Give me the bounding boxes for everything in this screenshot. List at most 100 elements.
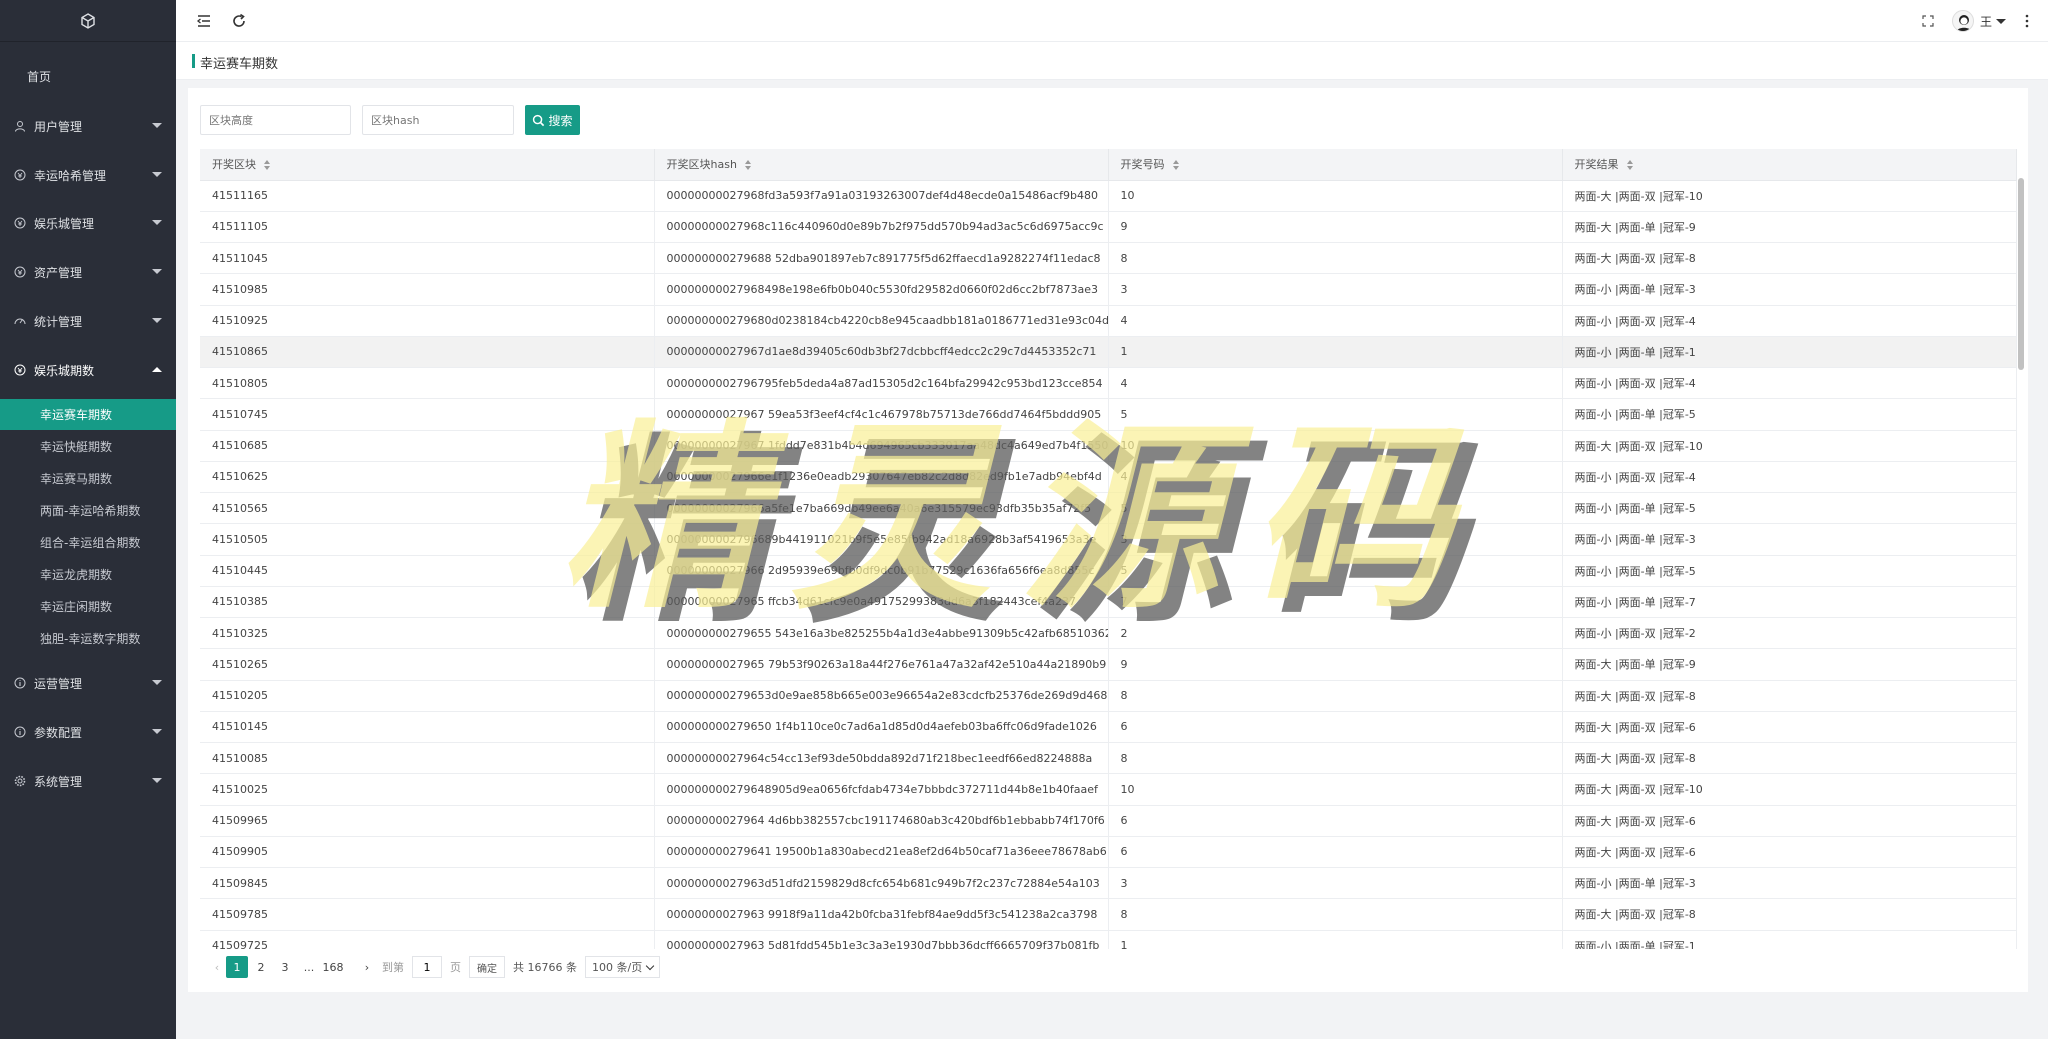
sidebar-item-home[interactable]: 首页 <box>27 68 51 85</box>
table-row[interactable]: 41510265 00000000027965 79b53f90263a18a44… <box>200 648 2017 681</box>
refresh-icon[interactable] <box>231 13 247 29</box>
block-hash-input[interactable] <box>362 105 514 135</box>
page-2[interactable]: 2 <box>250 956 272 978</box>
table-row[interactable]: 41509785 00000000027963 9918f9a11da42b0fc… <box>200 898 2017 931</box>
table-row[interactable]: 41510145 000000000279650 1f4b110ce0c7ad6a… <box>200 711 2017 744</box>
table-row[interactable]: 41510505 0000000002796689b441911021b9f5e5… <box>200 523 2017 556</box>
table-row[interactable]: 41510865 00000000027967d1ae8d39405c60db3b… <box>200 336 2017 369</box>
table-scrollbar[interactable] <box>2018 178 2024 370</box>
sidebar-item-lucky-racing-periods[interactable]: 幸运赛车期数 <box>0 399 176 430</box>
table-row[interactable]: 41509725 00000000027963 5d81fdd545b1e3c3a… <box>200 930 2017 949</box>
page-last[interactable]: 168 <box>322 956 344 978</box>
table-row[interactable]: 41510205 000000000279653d0e9ae858b665e003… <box>200 680 2017 712</box>
table-row[interactable]: 41510805 0000000002796795feb5deda4a87ad15… <box>200 367 2017 400</box>
cell-hash: 000000000279680d0238184cb4220cb8e945caad… <box>654 305 1109 337</box>
table-row[interactable]: 41510625 00000000027966e1f1236e0eadb29307… <box>200 461 2017 494</box>
table-row[interactable]: 41511045 000000000279688 52dba901897eb7c8… <box>200 242 2017 275</box>
total-count: 共 16766 条 <box>513 961 577 974</box>
sort-icon[interactable] <box>264 160 270 171</box>
cell-block: 41510265 <box>200 648 655 681</box>
sidebar-group-casino-periods[interactable]: 娱乐城期数 <box>0 359 176 381</box>
column-header-number[interactable]: 开奖号码 <box>1108 149 1563 181</box>
table-row[interactable]: 41510685 00000000027967 1fddd7e831b4b4d69… <box>200 430 2017 462</box>
table-row[interactable]: 41510025 000000000279648905d9ea0656fcfdab… <box>200 773 2017 806</box>
sidebar-group-user-management[interactable]: 用户管理 <box>0 115 176 137</box>
sidebar-group-label: 娱乐城期数 <box>34 363 95 378</box>
page-3[interactable]: 3 <box>274 956 296 978</box>
cell-result: 两面-大 |两面-双 |冠军-8 <box>1562 742 2017 775</box>
collapse-menu-icon[interactable] <box>196 13 212 29</box>
user-menu[interactable]: 王 <box>1951 10 2006 32</box>
sidebar-group-system[interactable]: 系统管理 <box>0 770 176 792</box>
cell-result: 两面-大 |两面-双 |冠军-8 <box>1562 898 2017 931</box>
cell-result: 两面-小 |两面-单 |冠军-1 <box>1562 336 2017 369</box>
table-row[interactable]: 41509845 00000000027963d51dfd2159829d8cfc… <box>200 867 2017 900</box>
goto-page-input[interactable] <box>412 956 442 978</box>
column-header-result[interactable]: 开奖结果 <box>1562 149 2017 181</box>
sidebar-item-lucky-number-periods[interactable]: 独胆-幸运数字期数 <box>0 623 176 654</box>
cell-block: 41509845 <box>200 867 655 900</box>
cell-result: 两面-小 |两面-单 |冠军-5 <box>1562 555 2017 587</box>
sidebar-item-lucky-horse-periods[interactable]: 幸运赛马期数 <box>0 463 176 494</box>
sidebar-group-casino-management[interactable]: 娱乐城管理 <box>0 212 176 234</box>
next-page-icon[interactable]: › <box>358 956 376 978</box>
fullscreen-icon[interactable] <box>1920 13 1936 29</box>
table-row[interactable]: 41511105 00000000027968c116c440960d0e89b7… <box>200 211 2017 244</box>
cell-result: 两面-小 |两面-单 |冠军-3 <box>1562 273 2017 306</box>
cell-result: 两面-小 |两面-单 |冠军-3 <box>1562 867 2017 900</box>
coin-icon <box>14 266 26 278</box>
sidebar-group-parameters[interactable]: 参数配置 <box>0 721 176 743</box>
sidebar-group-statistics[interactable]: 统计管理 <box>0 310 176 332</box>
more-vertical-icon[interactable] <box>2024 13 2030 29</box>
sidebar-group-lucky-hash[interactable]: 幸运哈希管理 <box>0 164 176 186</box>
cell-hash: 0000000002796795feb5deda4a87ad15305d2c16… <box>654 367 1109 400</box>
sort-icon[interactable] <box>1626 160 1633 171</box>
table-row[interactable]: 41509965 00000000027964 4d6bb382557cbc191… <box>200 805 2017 837</box>
table-row[interactable]: 41510925 000000000279680d0238184cb4220cb8… <box>200 305 2017 337</box>
sidebar-item-banker-player-periods[interactable]: 幸运庄闲期数 <box>0 591 176 622</box>
cell-result: 两面-小 |两面-单 |冠军-5 <box>1562 492 2017 525</box>
cell-block: 41510205 <box>200 680 655 712</box>
search-button[interactable]: 搜索 <box>525 105 580 135</box>
table-row[interactable]: 41510745 00000000027967 59ea53f3eef4cf4c1… <box>200 398 2017 431</box>
table-row[interactable]: 41510325 000000000279655 543e16a3be825255… <box>200 617 2017 650</box>
cell-block: 41510385 <box>200 586 655 619</box>
block-height-input[interactable] <box>200 105 351 135</box>
chevron-down-icon <box>152 778 162 783</box>
cell-number: 8 <box>1108 680 1563 712</box>
cell-result: 两面-小 |两面-单 |冠军-1 <box>1562 930 2017 949</box>
table-row[interactable]: 41510445 00000000027966 2d95939e69bfb0df9… <box>200 555 2017 587</box>
column-header-hash[interactable]: 开奖区块hash <box>654 149 1109 181</box>
cell-hash: 00000000027965 ffcb34d61cfc9e0a491752993… <box>654 586 1109 619</box>
table-row[interactable]: 41511165 00000000027968fd3a593f7a91a03193… <box>200 180 2017 212</box>
sidebar-item-dragon-tiger-periods[interactable]: 幸运龙虎期数 <box>0 559 176 590</box>
table-row[interactable]: 41509905 000000000279641 19500b1a830abecd… <box>200 836 2017 869</box>
gear-icon <box>14 775 26 787</box>
page-1[interactable]: 1 <box>226 956 248 978</box>
sidebar-item-lucky-boat-periods[interactable]: 幸运快艇期数 <box>0 431 176 462</box>
cell-hash: 00000000027967d1ae8d39405c60db3bf27dcbbc… <box>654 336 1109 369</box>
page-size-select[interactable]: 100 条/页 <box>585 956 661 978</box>
sidebar-item-two-sided-hash-periods[interactable]: 两面-幸运哈希期数 <box>0 495 176 526</box>
cell-number: 3 <box>1108 523 1563 556</box>
cell-result: 两面-大 |两面-双 |冠军-8 <box>1562 680 2017 712</box>
cell-block: 41510445 <box>200 555 655 587</box>
sort-icon[interactable] <box>1172 160 1179 171</box>
goto-confirm-button[interactable]: 确定 <box>469 956 505 978</box>
table-row[interactable]: 41510985 00000000027968498e198e6fb0b040c5… <box>200 273 2017 306</box>
sidebar-group-operations[interactable]: 运营管理 <box>0 672 176 694</box>
sidebar-group-asset-management[interactable]: 资产管理 <box>0 261 176 283</box>
table-row[interactable]: 41510385 00000000027965 ffcb34d61cfc9e0a4… <box>200 586 2017 619</box>
pagination: ‹ 1 2 3 ... 168 › 到第 页 确定 共 16766 条 100 … <box>208 956 661 978</box>
cell-number: 1 <box>1108 930 1563 949</box>
cell-block: 41509965 <box>200 805 655 837</box>
table-row[interactable]: 41510565 00000000027966a5fe1e7ba669db49ee… <box>200 492 2017 525</box>
prev-page-icon[interactable]: ‹ <box>208 956 226 978</box>
chevron-down-icon <box>152 318 162 323</box>
logo[interactable] <box>0 0 176 42</box>
table-row[interactable]: 41510085 00000000027964c54cc13ef93de50bdd… <box>200 742 2017 775</box>
column-header-block[interactable]: 开奖区块 <box>200 149 655 181</box>
chevron-down-icon <box>152 269 162 274</box>
sidebar-item-combo-periods[interactable]: 组合-幸运组合期数 <box>0 527 176 558</box>
sort-icon[interactable] <box>744 160 751 171</box>
